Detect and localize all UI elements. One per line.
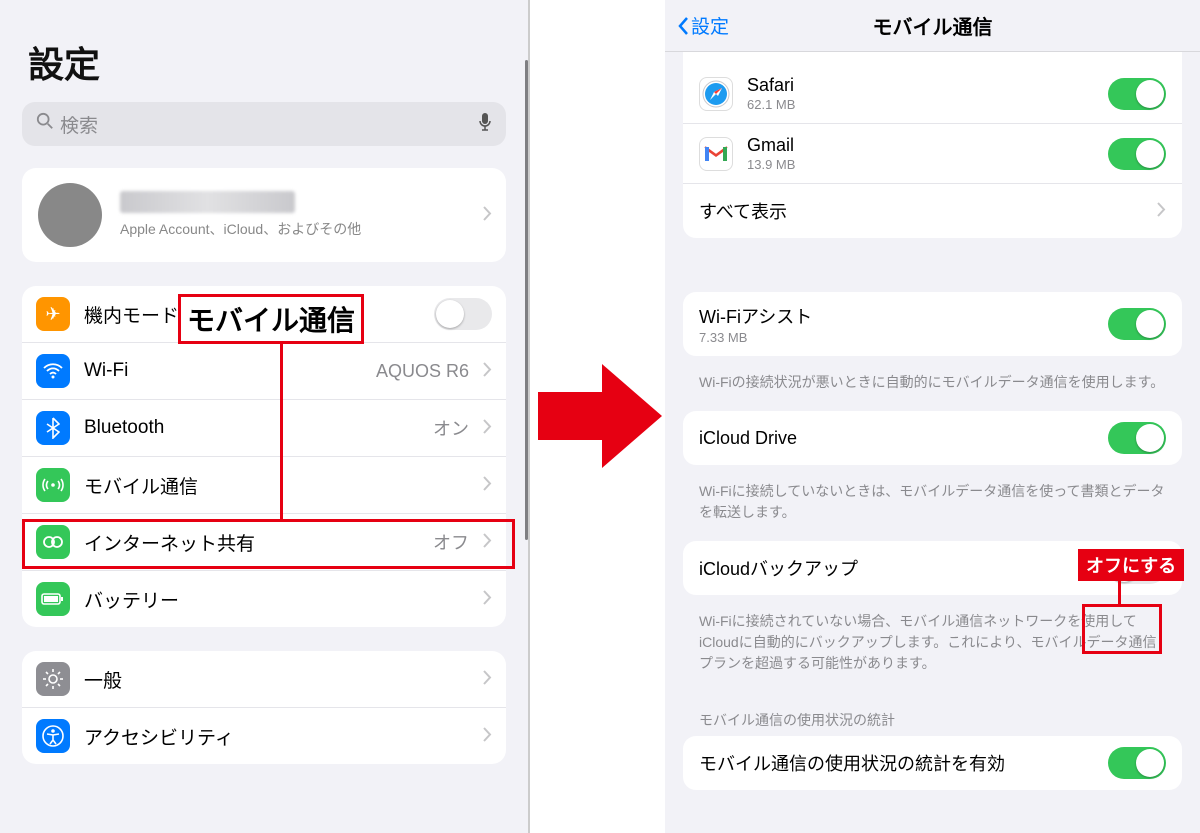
wifi-assist-note: Wi-Fiの接続状況が悪いときに自動的にモバイルデータ通信を使用します。 bbox=[665, 370, 1200, 411]
wifi-assist-card: Wi-Fiアシスト7.33 MB bbox=[683, 292, 1182, 356]
accessibility-icon bbox=[36, 719, 70, 753]
row-accessibility[interactable]: アクセシビリティ bbox=[22, 708, 506, 764]
cellular-detail-panel: 設定 モバイル通信 Safari62.1 MB Gmail13.9 MB すべて… bbox=[665, 0, 1200, 833]
wifi-icon bbox=[36, 354, 70, 388]
bluetooth-label: Bluetooth bbox=[84, 417, 419, 439]
bluetooth-icon bbox=[36, 411, 70, 445]
stats-enable-row[interactable]: モバイル通信の使用状況の統計を有効 bbox=[683, 736, 1182, 790]
stats-section-header: モバイル通信の使用状況の統計 bbox=[665, 692, 1200, 736]
gmail-name: Gmail bbox=[747, 135, 1094, 156]
chevron-right-icon bbox=[1157, 202, 1166, 221]
chevron-right-icon bbox=[483, 476, 492, 495]
annotation-arrow-right bbox=[538, 356, 662, 476]
search-icon bbox=[36, 112, 54, 136]
row-wifi[interactable]: Wi-Fi AQUOS R6 bbox=[22, 343, 506, 400]
annotation-connector-line-off bbox=[1118, 578, 1121, 606]
wifi-assist-row[interactable]: Wi-Fiアシスト7.33 MB bbox=[683, 292, 1182, 356]
airplane-toggle[interactable] bbox=[434, 298, 492, 330]
profile-row[interactable]: Apple Account、iCloud、およびその他 bbox=[22, 168, 506, 262]
safari-toggle[interactable] bbox=[1108, 78, 1166, 110]
cellular-icon bbox=[36, 468, 70, 502]
row-battery[interactable]: バッテリー bbox=[22, 571, 506, 627]
icloud-backup-note: Wi-Fiに接続されていない場合、モバイル通信ネットワークを使用してiCloud… bbox=[665, 609, 1200, 692]
nav-title: モバイル通信 bbox=[873, 11, 993, 40]
system-card: 一般 アクセシビリティ bbox=[22, 651, 506, 764]
wifi-value: AQUOS R6 bbox=[376, 361, 469, 382]
stats-card: モバイル通信の使用状況の統計を有効 bbox=[683, 736, 1182, 790]
show-all-row[interactable]: すべて表示 bbox=[683, 184, 1182, 238]
icloud-drive-title: iCloud Drive bbox=[699, 428, 1094, 449]
row-cellular[interactable]: モバイル通信 bbox=[22, 457, 506, 514]
safari-size: 62.1 MB bbox=[747, 97, 1094, 112]
general-label: 一般 bbox=[84, 666, 469, 693]
app-row-safari[interactable]: Safari62.1 MB bbox=[683, 64, 1182, 124]
gmail-size: 13.9 MB bbox=[747, 157, 1094, 172]
annotation-callout-cellular: モバイル通信 bbox=[178, 294, 364, 344]
chevron-right-icon bbox=[483, 727, 492, 746]
airplane-icon: ✈︎ bbox=[36, 297, 70, 331]
gear-icon bbox=[36, 662, 70, 696]
hotspot-value: オフ bbox=[433, 529, 469, 555]
annotation-connector-line bbox=[280, 339, 283, 522]
stats-enable-label: モバイル通信の使用状況の統計を有効 bbox=[699, 750, 1094, 776]
gmail-toggle[interactable] bbox=[1108, 138, 1166, 170]
battery-icon bbox=[36, 582, 70, 616]
icloud-drive-note: Wi-Fiに接続していないときは、モバイルデータ通信を使って書類とデータを転送し… bbox=[665, 479, 1200, 541]
bluetooth-value: オン bbox=[433, 415, 469, 441]
page-title: 設定 bbox=[16, 0, 512, 102]
cellular-label: モバイル通信 bbox=[84, 472, 469, 499]
chevron-right-icon bbox=[483, 362, 492, 381]
profile-subtitle: Apple Account、iCloud、およびその他 bbox=[120, 219, 469, 239]
icloud-drive-toggle[interactable] bbox=[1108, 422, 1166, 454]
back-button[interactable]: 設定 bbox=[677, 12, 729, 39]
battery-label: バッテリー bbox=[84, 586, 469, 613]
avatar bbox=[38, 183, 102, 247]
apps-usage-card: Safari62.1 MB Gmail13.9 MB すべて表示 bbox=[683, 52, 1182, 238]
wifi-assist-toggle[interactable] bbox=[1108, 308, 1166, 340]
stats-enable-toggle[interactable] bbox=[1108, 747, 1166, 779]
wifi-label: Wi-Fi bbox=[84, 360, 362, 382]
nav-bar: 設定 モバイル通信 bbox=[665, 0, 1200, 52]
safari-name: Safari bbox=[747, 75, 1094, 96]
chevron-right-icon bbox=[483, 419, 492, 438]
chevron-right-icon bbox=[483, 590, 492, 609]
safari-icon bbox=[699, 77, 733, 111]
icloud-backup-title: iCloudバックアップ bbox=[699, 555, 1094, 581]
accessibility-label: アクセシビリティ bbox=[84, 723, 469, 750]
wifi-assist-size: 7.33 MB bbox=[699, 330, 1094, 345]
profile-name-redacted bbox=[120, 191, 295, 213]
chevron-right-icon bbox=[483, 670, 492, 689]
back-label: 設定 bbox=[691, 12, 729, 39]
annotation-callout-off: オフにする bbox=[1078, 549, 1184, 581]
gmail-icon bbox=[699, 137, 733, 171]
chevron-right-icon bbox=[483, 206, 492, 225]
mic-icon[interactable] bbox=[478, 112, 492, 137]
profile-card: Apple Account、iCloud、およびその他 bbox=[22, 168, 506, 262]
row-general[interactable]: 一般 bbox=[22, 651, 506, 708]
row-bluetooth[interactable]: Bluetooth オン bbox=[22, 400, 506, 457]
settings-root-panel: 設定 検索 Apple Account、iCloud、およびその他 ✈︎ 機内モ… bbox=[0, 0, 530, 833]
scrollbar[interactable] bbox=[525, 60, 528, 540]
search-field[interactable]: 検索 bbox=[22, 102, 506, 146]
search-placeholder: 検索 bbox=[60, 111, 472, 138]
hotspot-icon bbox=[36, 525, 70, 559]
hotspot-label: インターネット共有 bbox=[84, 529, 419, 556]
icloud-drive-row[interactable]: iCloud Drive bbox=[683, 411, 1182, 465]
icloud-drive-card: iCloud Drive bbox=[683, 411, 1182, 465]
app-row-gmail[interactable]: Gmail13.9 MB bbox=[683, 124, 1182, 184]
show-all-label: すべて表示 bbox=[699, 198, 1143, 224]
chevron-right-icon bbox=[483, 533, 492, 552]
row-hotspot[interactable]: インターネット共有 オフ bbox=[22, 514, 506, 571]
wifi-assist-title: Wi-Fiアシスト bbox=[699, 303, 1094, 329]
